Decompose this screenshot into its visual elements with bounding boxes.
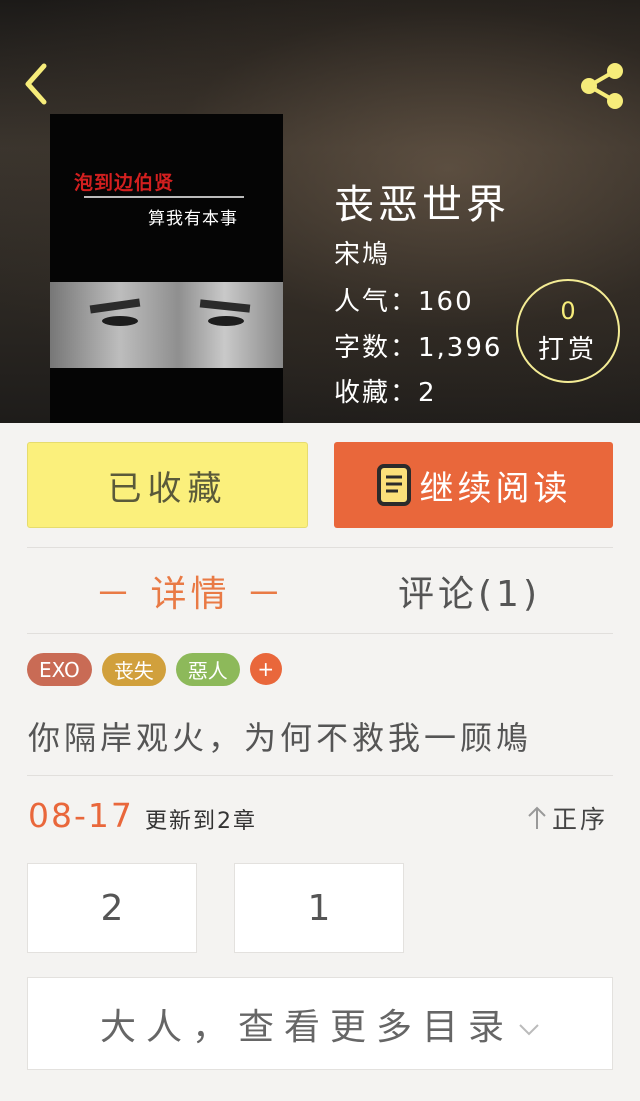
more-catalog-label: 大人，查看更多目录 (99, 1006, 514, 1048)
chevron-down-icon (519, 1023, 539, 1035)
cover-photo-eye (102, 316, 138, 326)
cover-photo-eye (208, 316, 244, 326)
cover-divider (84, 196, 244, 198)
continue-reading-button[interactable]: 继续阅读 (334, 442, 613, 528)
tag-sangshi[interactable]: 丧失 (101, 653, 166, 686)
tag-exo[interactable]: EXO (27, 653, 92, 686)
book-favorites: 收藏：2 (334, 378, 437, 408)
continue-reading-label: 继续阅读 (419, 468, 572, 509)
divider (27, 633, 613, 634)
add-tag-button[interactable]: + (249, 653, 282, 685)
favorited-label: 已收藏 (107, 468, 228, 509)
book-popularity: 人气：160 (334, 287, 474, 317)
back-button[interactable] (14, 58, 58, 110)
book-author: 宋鳩 (334, 240, 391, 270)
arrow-up-icon (528, 806, 546, 829)
cover-photo (50, 282, 283, 368)
book-header: 泡到边伯贤 算我有本事 丧恶世界 宋鳩 人气：160 字数：1,396 收藏：2… (0, 0, 640, 423)
chevron-left-icon (25, 63, 47, 105)
tag-eren[interactable]: 惡人 (175, 653, 240, 686)
book-cover: 泡到边伯贤 算我有本事 (50, 114, 283, 423)
book-intro: 你隔岸观火，为何不救我一顾鳩 (28, 719, 533, 757)
favorited-button[interactable]: 已收藏 (27, 442, 308, 528)
share-icon (581, 63, 623, 109)
divider (27, 775, 613, 776)
cover-photo-brow (199, 299, 251, 313)
tab-comments[interactable]: 评论(1) (398, 565, 541, 617)
book-icon (376, 463, 412, 507)
chapter-item[interactable]: 1 (234, 863, 404, 953)
cover-photo-brow (89, 298, 141, 314)
cover-subtitle: 算我有本事 (148, 209, 238, 229)
more-catalog-button[interactable]: 大人，查看更多目录 (27, 977, 613, 1070)
update-status: 更新到2章 (145, 809, 257, 834)
cover-title: 泡到边伯贤 (74, 172, 175, 194)
tag-list: EXO 丧失 惡人 + (27, 653, 282, 686)
sort-order-button[interactable]: 正序 (526, 800, 608, 836)
tip-count: 0 (560, 297, 576, 325)
update-date: 08-17 (28, 796, 134, 835)
chapter-item[interactable]: 2 (27, 863, 197, 953)
tab-details[interactable]: － 详情 － (95, 565, 286, 617)
book-word-count: 字数：1,396 (334, 333, 503, 363)
sort-order-label: 正序 (552, 805, 609, 834)
divider (27, 547, 613, 548)
tip-label: 打赏 (537, 335, 598, 365)
share-button[interactable] (576, 60, 628, 112)
book-title: 丧恶世界 (334, 182, 510, 228)
tip-button[interactable]: 0 打赏 (516, 279, 620, 383)
